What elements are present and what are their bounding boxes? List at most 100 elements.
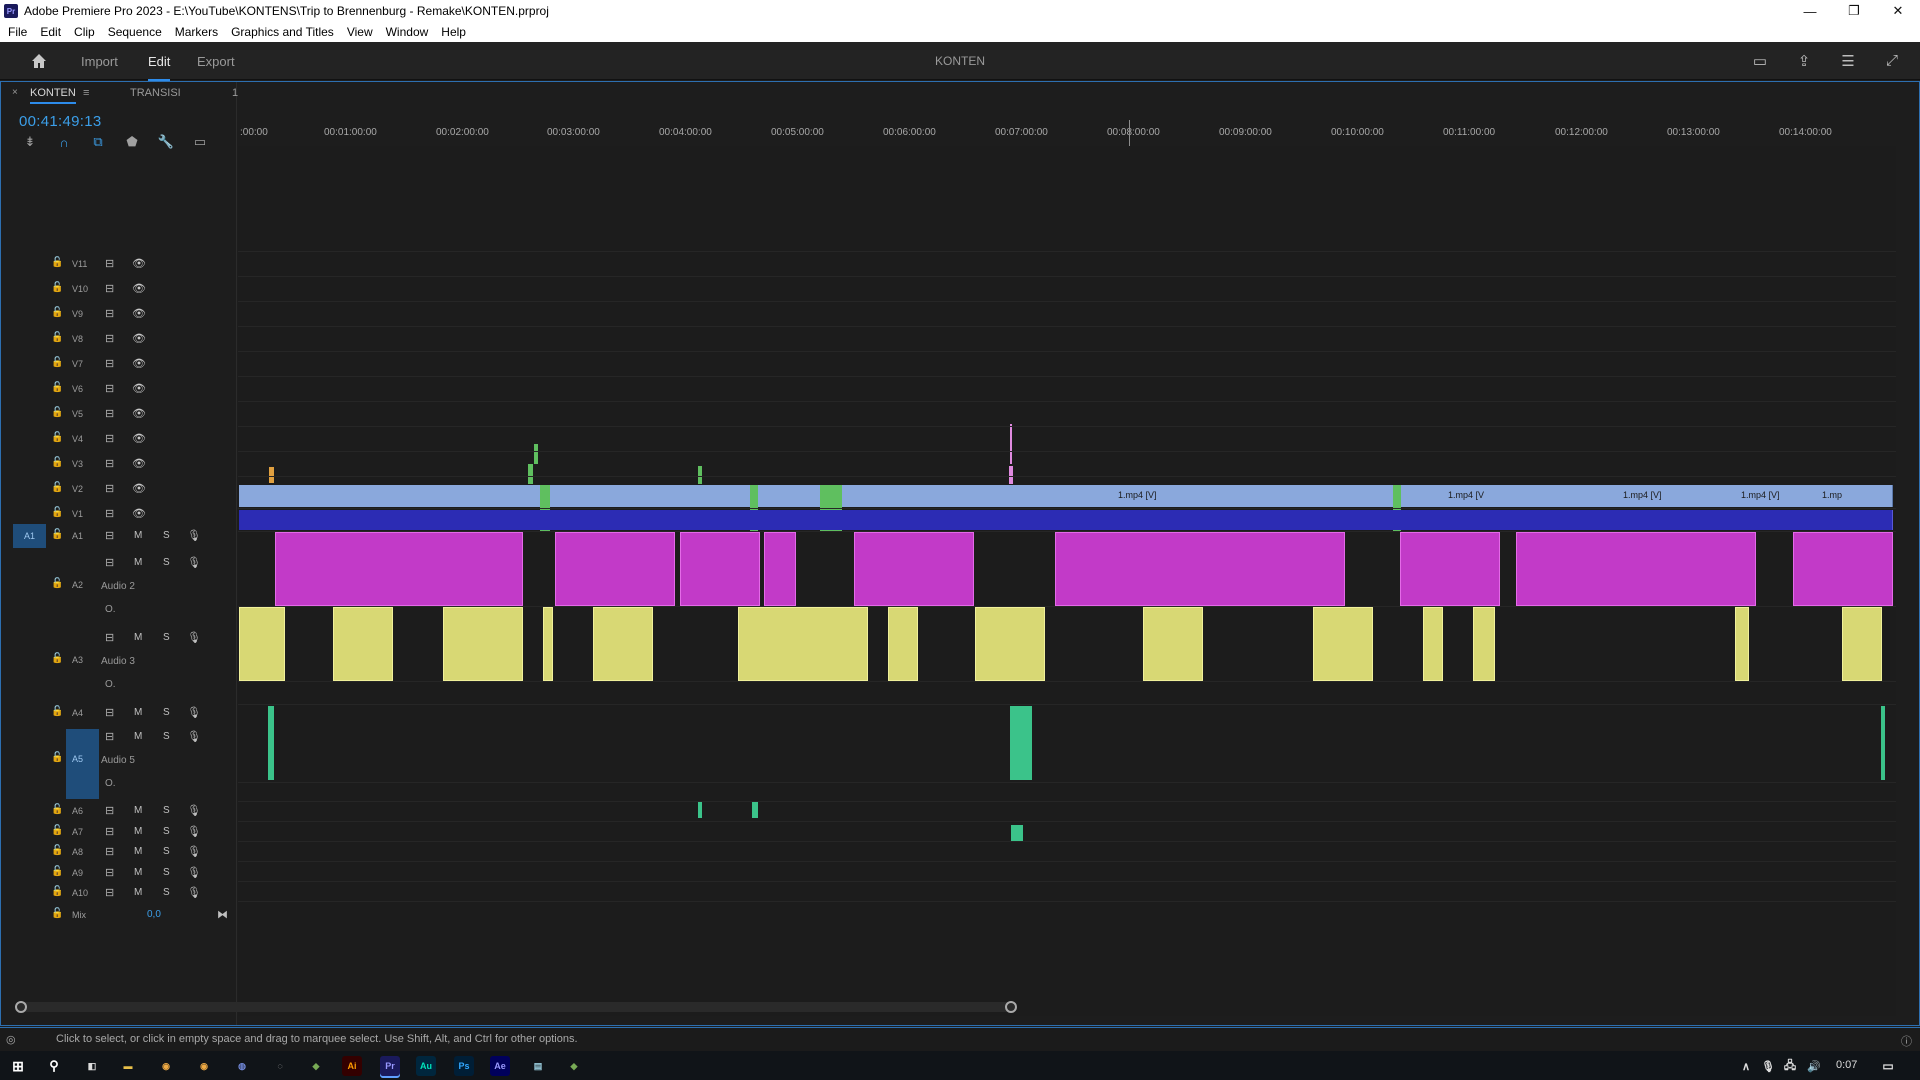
mute-button[interactable]: M (134, 632, 142, 643)
a3-audio-clip[interactable] (1735, 607, 1749, 681)
add-marker-icon[interactable]: ⬟ (123, 134, 141, 150)
mic-icon[interactable]: 🎙 (187, 886, 201, 899)
menu-help[interactable]: Help (441, 25, 466, 39)
a2-audio-clip[interactable] (1793, 532, 1893, 606)
sync-lock-icon[interactable]: ⊟ (105, 282, 114, 295)
lock-icon[interactable]: 🔓 (51, 282, 63, 293)
a2-audio-clip[interactable] (275, 532, 523, 606)
photoshop-icon[interactable]: Ps (454, 1056, 474, 1076)
playhead-timecode[interactable]: 00:41:49:13 (19, 113, 102, 130)
sync-lock-icon[interactable]: ⊟ (105, 257, 114, 270)
chrome-icon[interactable]: ◉ (194, 1056, 214, 1076)
mic-icon[interactable]: 🎙 (187, 804, 201, 817)
discord-icon[interactable]: ◍ (232, 1056, 252, 1076)
a3-audio-clip[interactable] (1423, 607, 1443, 681)
mute-button[interactable]: M (134, 826, 142, 837)
sync-lock-icon[interactable]: ⊟ (105, 332, 114, 345)
fullscreen-icon[interactable]: ⤢ (1883, 52, 1901, 70)
share-icon[interactable]: ⇪ (1795, 52, 1813, 70)
a2-audio-clip[interactable] (680, 532, 760, 606)
lock-icon[interactable]: 🔓 (51, 845, 63, 856)
mic-icon[interactable]: 🎙 (187, 529, 201, 542)
lock-icon[interactable]: 🔓 (51, 382, 63, 393)
minecraft-icon[interactable]: ◆ (306, 1056, 326, 1076)
lock-icon[interactable]: 🔓 (51, 432, 63, 443)
premiere-icon[interactable]: Pr (380, 1056, 400, 1076)
track-target-a5[interactable] (66, 729, 99, 799)
solo-button[interactable]: S (163, 887, 170, 898)
sync-lock-icon[interactable]: ⊟ (105, 825, 114, 838)
sync-lock-icon[interactable]: ⊟ (105, 706, 114, 719)
lock-icon[interactable]: 🔓 (51, 908, 63, 919)
search-icon[interactable]: ⚲ (44, 1056, 64, 1076)
source-patch-a1[interactable]: A1 (13, 524, 46, 548)
tab-konten[interactable]: KONTEN (30, 87, 76, 104)
clock[interactable]: 0:07 (1836, 1059, 1857, 1071)
eye-icon[interactable]: 👁 (132, 332, 146, 345)
keyframe-button[interactable]: O. (105, 679, 116, 690)
a3-audio-clip[interactable] (239, 607, 285, 681)
volume-icon[interactable]: 🔊 (1804, 1056, 1824, 1076)
notepad-icon[interactable]: ▤ (528, 1056, 548, 1076)
mute-button[interactable]: M (134, 867, 142, 878)
menu-file[interactable]: File (8, 25, 27, 39)
mute-button[interactable]: M (134, 530, 142, 541)
snap-icon[interactable]: ∩ (55, 134, 73, 150)
a6-audio-clip[interactable] (698, 802, 702, 818)
tab-menu-icon[interactable]: ≡ (83, 87, 89, 99)
scroll-handle-left[interactable] (15, 1001, 27, 1013)
insert-edit-icon[interactable]: ⇟ (21, 134, 39, 150)
menu-clip[interactable]: Clip (74, 25, 95, 39)
restore-button[interactable]: ❐ (1832, 0, 1876, 22)
eye-icon[interactable]: 👁 (132, 257, 146, 270)
a5-audio-clip[interactable] (268, 706, 274, 780)
tray-chevron-icon[interactable]: ∧ (1736, 1056, 1756, 1076)
close-button[interactable]: ✕ (1876, 0, 1920, 22)
v2-clip[interactable] (1009, 466, 1013, 484)
panel-icon[interactable]: ▭ (1751, 52, 1769, 70)
lock-icon[interactable]: 🔓 (51, 706, 63, 717)
a2-audio-clip[interactable] (1516, 532, 1756, 606)
tracks-area[interactable]: 1.mp4 [V] 1.mp4 [V 1.mp4 [V] 1.mp4 [V] 1… (238, 146, 1896, 1016)
v2-clip[interactable] (698, 466, 702, 484)
keyframe-button[interactable]: O. (105, 604, 116, 615)
v2-clip[interactable] (528, 464, 533, 484)
sync-lock-icon[interactable]: ⊟ (105, 631, 114, 644)
lock-icon[interactable]: 🔓 (51, 307, 63, 318)
solo-button[interactable]: S (163, 530, 170, 541)
captions-icon[interactable]: ▭ (191, 134, 209, 150)
settings-wrench-icon[interactable]: 🔧 (157, 134, 175, 150)
mic-icon[interactable]: 🎙 (187, 845, 201, 858)
menu-window[interactable]: Window (386, 25, 429, 39)
lock-icon[interactable]: 🔓 (51, 332, 63, 343)
keyframe-button[interactable]: O. (105, 778, 116, 789)
lock-icon[interactable]: 🔓 (51, 507, 63, 518)
tab-transisi[interactable]: TRANSISI (130, 87, 181, 99)
minecraft-icon[interactable]: ◆ (564, 1056, 584, 1076)
lock-icon[interactable]: 🔓 (51, 529, 63, 540)
after-effects-icon[interactable]: Ae (490, 1056, 510, 1076)
lock-icon[interactable]: 🔓 (51, 886, 63, 897)
workspace-edit[interactable]: Edit (148, 54, 171, 81)
lock-icon[interactable]: 🔓 (51, 482, 63, 493)
sync-lock-icon[interactable]: ⊟ (105, 307, 114, 320)
sync-lock-icon[interactable]: ⊟ (105, 866, 114, 879)
a3-audio-clip[interactable] (888, 607, 918, 681)
a2-audio-clip[interactable] (1400, 532, 1500, 606)
a3-audio-clip[interactable] (543, 607, 553, 681)
a3-audio-clip[interactable] (1313, 607, 1373, 681)
lock-icon[interactable]: 🔓 (51, 457, 63, 468)
mic-icon[interactable]: 🎙 (187, 706, 201, 719)
mute-button[interactable]: M (134, 846, 142, 857)
eye-icon[interactable]: 👁 (132, 382, 146, 395)
lock-icon[interactable]: 🔓 (51, 804, 63, 815)
a6-audio-clip[interactable] (752, 802, 758, 818)
eye-icon[interactable]: 👁 (132, 357, 146, 370)
a1-audio-strip[interactable] (239, 510, 1893, 530)
eye-icon[interactable]: 👁 (132, 457, 146, 470)
mute-button[interactable]: M (134, 805, 142, 816)
menu-graphics-and-titles[interactable]: Graphics and Titles (231, 25, 334, 39)
sync-lock-icon[interactable]: ⊟ (105, 804, 114, 817)
obs-icon[interactable]: ◌ (270, 1056, 290, 1076)
a3-audio-clip[interactable] (1842, 607, 1882, 681)
